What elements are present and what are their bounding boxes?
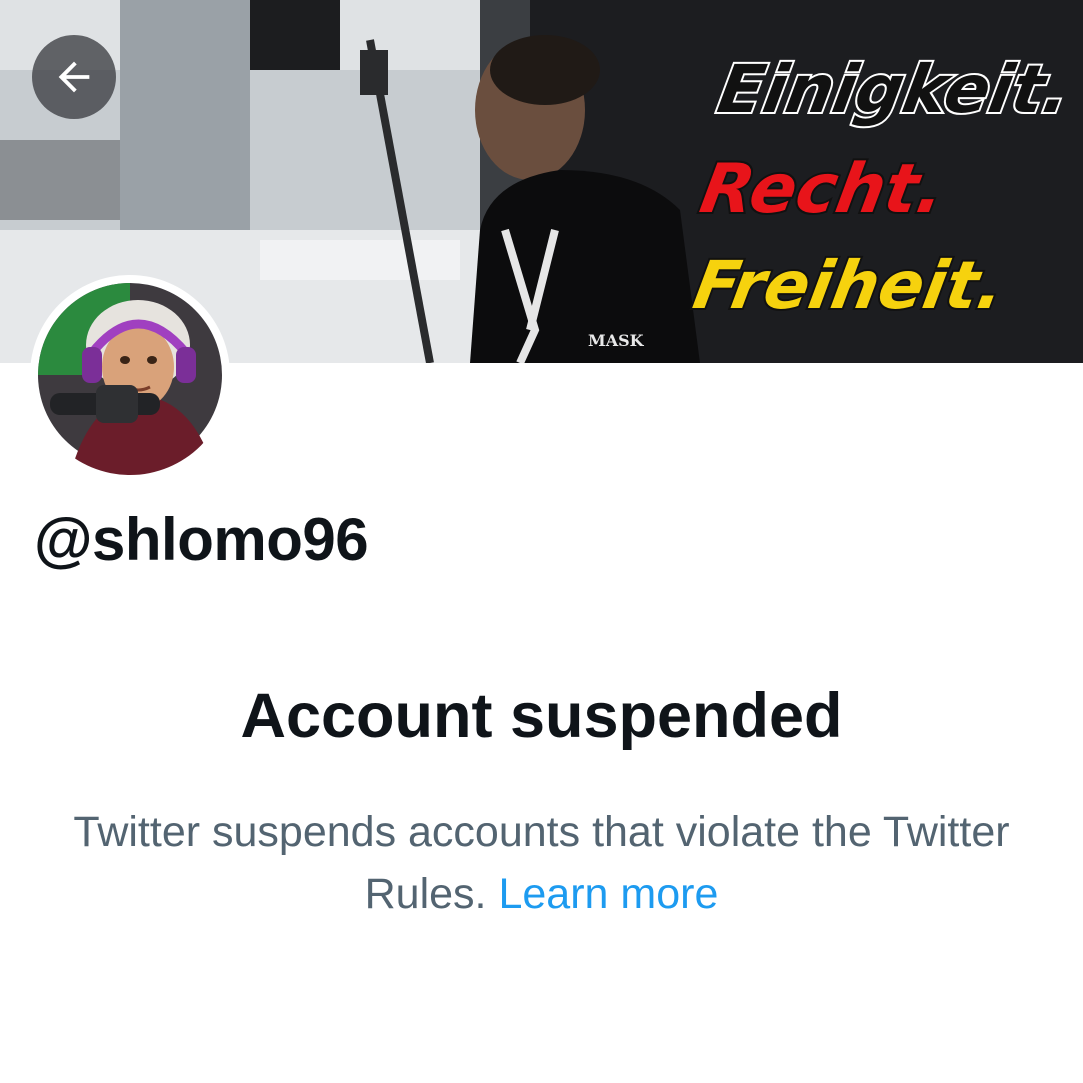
banner-line-3: Freiheit. xyxy=(688,246,1010,323)
banner-line-2: Recht. xyxy=(695,149,951,228)
shirt-text: MASK xyxy=(588,331,645,350)
avatar[interactable] xyxy=(30,275,230,475)
status-title: Account suspended xyxy=(240,681,843,751)
banner-line-1: Einigkeit. xyxy=(712,50,1076,127)
back-button[interactable] xyxy=(32,35,116,119)
profile-handle: @shlomo96 xyxy=(34,506,369,573)
learn-more-link[interactable]: Learn more xyxy=(498,870,718,918)
arrow-left-icon xyxy=(58,61,90,93)
status-body: Twitter suspends accounts that violate t… xyxy=(60,801,1023,925)
